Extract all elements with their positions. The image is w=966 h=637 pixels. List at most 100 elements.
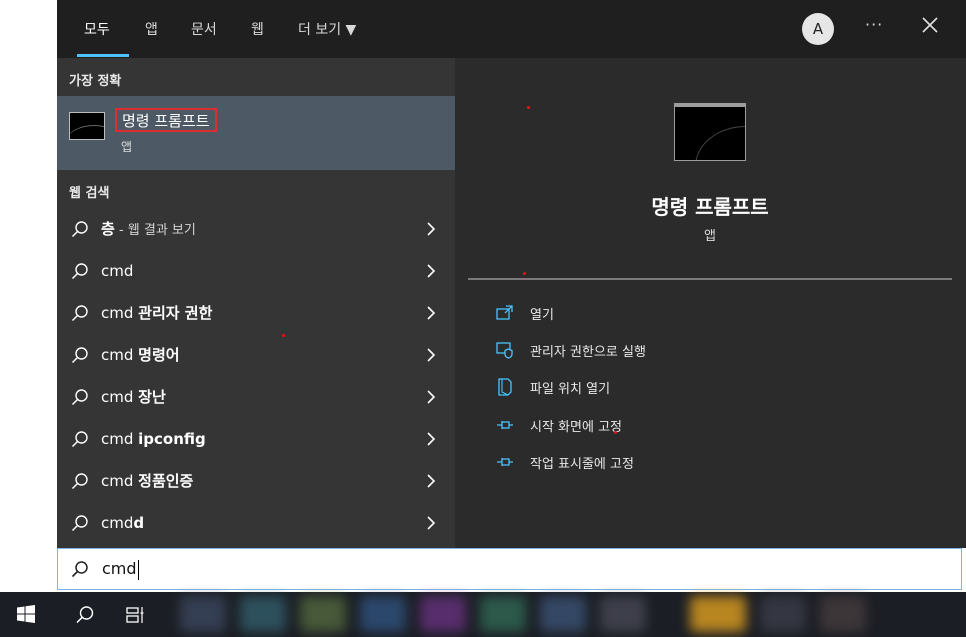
command-prompt-preview-icon xyxy=(674,103,746,161)
annotation-dot xyxy=(527,106,530,109)
chevron-right-icon[interactable] xyxy=(421,429,441,449)
action-open[interactable]: 열기 xyxy=(496,302,896,326)
action-pin-to-taskbar[interactable]: 작업 표시줄에 고정 xyxy=(496,451,896,475)
query-completion: 명령어 xyxy=(138,346,180,364)
web-search-heading: 웹 검색 xyxy=(69,186,110,201)
web-search-item[interactable]: cmd 관리자 권한 xyxy=(57,292,455,334)
web-search-item[interactable]: cmd 명령어 xyxy=(57,334,455,376)
query-prefix: cmd xyxy=(101,388,139,406)
query-completion: d xyxy=(133,514,145,532)
avatar[interactable]: A xyxy=(802,13,834,45)
web-search-item[interactable]: cmd 장난 xyxy=(57,376,455,418)
shield-admin-icon xyxy=(496,342,513,359)
query-prefix: cmd xyxy=(101,430,139,448)
search-box[interactable]: cmd xyxy=(57,548,962,590)
query-prefix: cmd xyxy=(101,304,139,322)
taskbar-app-icon[interactable] xyxy=(600,596,646,632)
taskbar-app-icon[interactable] xyxy=(820,596,866,632)
web-search-item[interactable]: cmd 정품인증 xyxy=(57,460,455,502)
taskbar xyxy=(0,592,966,637)
chevron-right-icon[interactable] xyxy=(421,387,441,407)
chevron-right-icon[interactable] xyxy=(421,261,441,281)
best-match-item[interactable]: 명령 프롬프트 앱 xyxy=(57,96,455,170)
query-suffix: - 웹 결과 보기 xyxy=(114,223,196,238)
open-icon xyxy=(496,305,513,320)
results-list: 가장 정확 명령 프롬프트 앱 웹 검색 층 - 웹 결과 보기 cmd cmd 관… xyxy=(57,58,455,548)
preview-app-kind: 앱 xyxy=(704,229,716,244)
action-label: 파일 위치 열기 xyxy=(530,382,611,397)
action-label: 열기 xyxy=(530,308,554,323)
web-search-item[interactable]: 층 - 웹 결과 보기 xyxy=(57,208,455,250)
search-icon xyxy=(71,389,88,406)
chevron-right-icon[interactable] xyxy=(421,513,441,533)
query-completion: 정품인증 xyxy=(138,472,194,490)
web-search-label: cmd xyxy=(101,250,133,292)
query-completion: 층 xyxy=(101,220,115,238)
query-completion: 장난 xyxy=(138,388,166,406)
web-search-label: 층 - 웹 결과 보기 xyxy=(101,208,196,250)
taskbar-app-icon[interactable] xyxy=(420,596,466,632)
web-search-label: cmd 명령어 xyxy=(101,334,180,376)
search-icon xyxy=(71,431,88,448)
best-match-subtitle: 앱 xyxy=(121,140,133,154)
file-location-icon xyxy=(498,378,512,396)
tab-documents[interactable]: 문서 xyxy=(191,18,217,42)
scope-bar: 모두 앱 문서 웹 더 보기 ▼ A ··· xyxy=(57,0,966,58)
text-caret xyxy=(137,559,139,580)
web-search-label: cmdd xyxy=(101,502,144,544)
web-search-label: cmd ipconfig xyxy=(101,418,206,460)
search-flyout: 모두 앱 문서 웹 더 보기 ▼ A ··· 가장 정확 명령 프롬프트 앱 웹… xyxy=(57,0,966,548)
tab-web[interactable]: 웹 xyxy=(251,18,264,42)
taskbar-app-icon[interactable] xyxy=(690,596,746,632)
close-icon[interactable] xyxy=(919,14,941,36)
web-search-label: cmd 장난 xyxy=(101,376,166,418)
search-input[interactable]: cmd xyxy=(102,549,139,589)
taskbar-app-icon[interactable] xyxy=(240,596,286,632)
search-icon xyxy=(71,221,88,238)
web-search-item[interactable]: cmd xyxy=(57,250,455,292)
preview-header: 명령 프롬프트 앱 xyxy=(468,73,952,277)
tab-all[interactable]: 모두 xyxy=(84,18,110,42)
taskbar-app-icon[interactable] xyxy=(300,596,346,632)
divider xyxy=(468,278,952,280)
query-prefix: cmd xyxy=(101,262,134,280)
web-search-item[interactable]: cmd ipconfig xyxy=(57,418,455,460)
best-match-heading: 가장 정확 xyxy=(69,74,122,89)
chevron-right-icon[interactable] xyxy=(421,345,441,365)
taskbar-app-icon[interactable] xyxy=(480,596,526,632)
search-icon xyxy=(71,305,88,322)
taskbar-app-icon[interactable] xyxy=(540,596,586,632)
action-run-as-admin[interactable]: 관리자 권한으로 실행 xyxy=(496,339,896,363)
search-icon xyxy=(71,263,88,280)
annotation-dot xyxy=(614,431,617,434)
tab-more[interactable]: 더 보기 ▼ xyxy=(298,18,356,42)
web-search-label: cmd 관리자 권한 xyxy=(101,292,212,334)
action-pin-to-start[interactable]: 시작 화면에 고정 xyxy=(496,414,896,438)
taskbar-app-icon[interactable] xyxy=(760,596,806,632)
preview-pane: 명령 프롬프트 앱 열기 관리자 권한으로 실행 파일 위치 열기 시작 화면에… xyxy=(468,73,952,548)
chevron-right-icon[interactable] xyxy=(421,303,441,323)
action-open-file-location[interactable]: 파일 위치 열기 xyxy=(496,376,896,400)
action-label: 시작 화면에 고정 xyxy=(530,420,622,435)
annotation-dot xyxy=(282,334,285,337)
chevron-right-icon[interactable] xyxy=(421,471,441,491)
desktop: 모두 앱 문서 웹 더 보기 ▼ A ··· 가장 정확 명령 프롬프트 앱 웹… xyxy=(0,0,966,637)
search-icon[interactable] xyxy=(74,604,96,626)
query-prefix: cmd xyxy=(101,346,139,364)
taskbar-app-icon[interactable] xyxy=(360,596,406,632)
taskbar-app-icon[interactable] xyxy=(180,596,226,632)
chevron-right-icon[interactable] xyxy=(421,219,441,239)
task-view-icon[interactable] xyxy=(124,604,146,626)
command-prompt-app-icon xyxy=(69,112,105,140)
pin-icon xyxy=(497,458,513,466)
windows-start-icon[interactable] xyxy=(16,604,36,624)
web-search-item[interactable]: cmdd xyxy=(57,502,455,544)
best-match-title: 명령 프롬프트 xyxy=(115,108,217,132)
tab-apps[interactable]: 앱 xyxy=(145,18,158,42)
pin-icon xyxy=(497,421,513,429)
action-label: 작업 표시줄에 고정 xyxy=(530,457,634,472)
search-icon xyxy=(71,561,88,578)
search-icon xyxy=(71,515,88,532)
more-options-icon[interactable]: ··· xyxy=(865,15,883,34)
action-label: 관리자 권한으로 실행 xyxy=(530,345,646,360)
